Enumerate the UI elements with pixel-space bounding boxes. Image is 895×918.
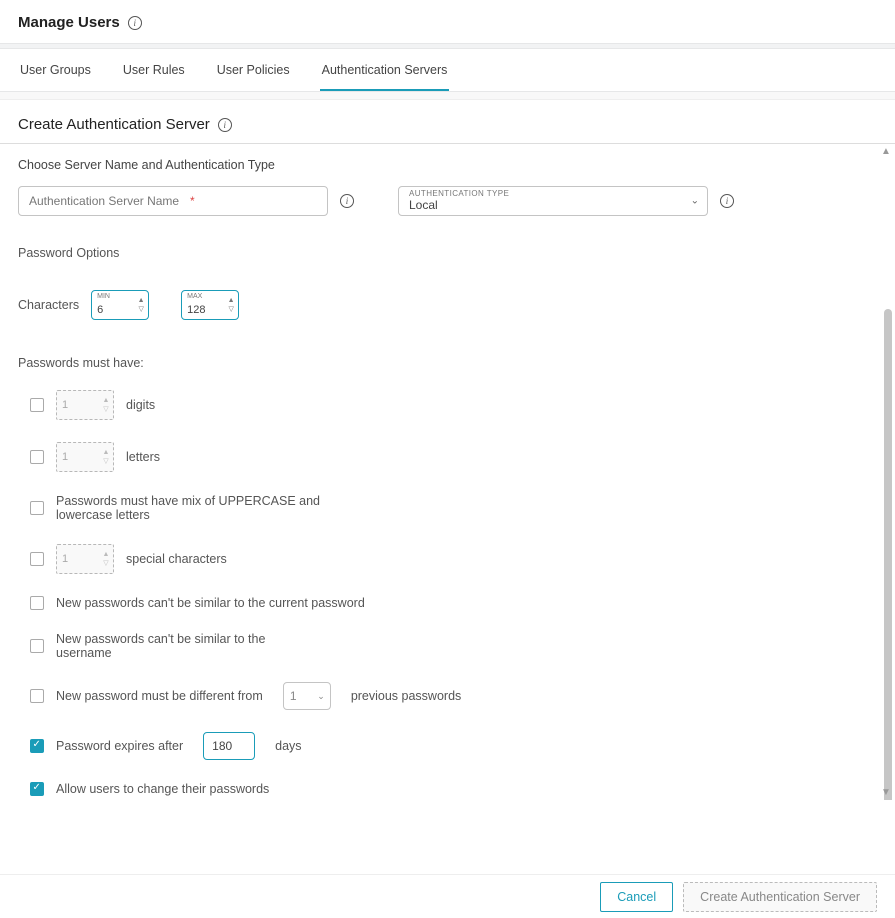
letters-checkbox[interactable]: [30, 450, 44, 464]
diff-previous-select[interactable]: 1 ⌄: [283, 682, 331, 710]
page-header: Manage Users i: [0, 0, 895, 43]
scroll-down-icon[interactable]: ▼: [879, 787, 893, 798]
special-label: special characters: [126, 552, 227, 566]
info-icon[interactable]: i: [218, 118, 232, 132]
down-arrow-icon: ▽: [99, 405, 113, 414]
letters-count-input: 1 ▲▽: [56, 442, 114, 472]
mixcase-checkbox[interactable]: [30, 501, 44, 515]
down-arrow-icon[interactable]: ▽: [224, 305, 238, 314]
subheader-title: Create Authentication Server: [18, 116, 210, 133]
tab-user-policies[interactable]: User Policies: [215, 49, 292, 91]
section-label: Choose Server Name and Authentication Ty…: [18, 158, 852, 172]
info-icon[interactable]: i: [128, 16, 142, 30]
expires-days-input[interactable]: 180: [203, 732, 255, 760]
tabs: User Groups User Rules User Policies Aut…: [0, 49, 895, 92]
special-checkbox[interactable]: [30, 552, 44, 566]
info-icon[interactable]: i: [720, 194, 734, 208]
footer: Cancel Create Authentication Server: [0, 874, 895, 918]
auth-type-label: AUTHENTICATION TYPE: [409, 189, 509, 198]
digits-checkbox[interactable]: [30, 398, 44, 412]
down-arrow-icon: ▽: [99, 559, 113, 568]
tab-user-rules[interactable]: User Rules: [121, 49, 187, 91]
cancel-button[interactable]: Cancel: [600, 882, 673, 912]
expires-label-pre: Password expires after: [56, 739, 183, 753]
form-container: ▲ ▼ Choose Server Name and Authenticatio…: [0, 143, 895, 800]
auth-type-value: Local: [409, 198, 438, 212]
chevron-down-icon: ⌄: [317, 691, 325, 702]
letters-label: letters: [126, 450, 160, 464]
scrollbar[interactable]: [884, 309, 892, 800]
up-arrow-icon: ▲: [99, 448, 113, 457]
characters-label: Characters: [18, 298, 79, 312]
create-auth-server-button[interactable]: Create Authentication Server: [683, 882, 877, 912]
diff-previous-label-pre: New password must be different from: [56, 689, 263, 703]
similar-username-checkbox[interactable]: [30, 639, 44, 653]
up-arrow-icon: ▲: [99, 396, 113, 405]
mixcase-label: Passwords must have mix of UPPERCASE and…: [56, 494, 376, 522]
tab-user-groups[interactable]: User Groups: [18, 49, 93, 91]
chevron-down-icon: ⌄: [691, 196, 699, 207]
similar-username-label: New passwords can't be similar to the us…: [56, 632, 296, 660]
expires-label-post: days: [275, 739, 301, 753]
digits-label: digits: [126, 398, 155, 412]
info-icon[interactable]: i: [340, 194, 354, 208]
max-chars-input[interactable]: MAX 128 ▲▽: [181, 290, 239, 320]
server-name-input[interactable]: [18, 186, 328, 216]
page-title: Manage Users: [18, 14, 120, 31]
diff-previous-checkbox[interactable]: [30, 689, 44, 703]
min-chars-input[interactable]: MIN 6 ▲▽: [91, 290, 149, 320]
scroll-up-icon[interactable]: ▲: [879, 146, 893, 157]
diff-previous-label-post: previous passwords: [351, 689, 461, 703]
down-arrow-icon: ▽: [99, 457, 113, 466]
similar-current-label: New passwords can't be similar to the cu…: [56, 596, 365, 610]
must-have-label: Passwords must have:: [18, 356, 852, 370]
password-options-label: Password Options: [18, 246, 852, 260]
allow-change-label: Allow users to change their passwords: [56, 782, 269, 796]
divider: [0, 92, 895, 100]
digits-count-input: 1 ▲▽: [56, 390, 114, 420]
special-count-input: 1 ▲▽: [56, 544, 114, 574]
down-arrow-icon[interactable]: ▽: [134, 305, 148, 314]
allow-change-checkbox[interactable]: [30, 782, 44, 796]
similar-current-checkbox[interactable]: [30, 596, 44, 610]
expires-checkbox[interactable]: [30, 739, 44, 753]
up-arrow-icon[interactable]: ▲: [134, 296, 148, 305]
up-arrow-icon[interactable]: ▲: [224, 296, 238, 305]
auth-type-select[interactable]: AUTHENTICATION TYPE Local ⌄: [398, 186, 708, 216]
subheader: Create Authentication Server i: [0, 100, 895, 143]
tab-authentication-servers[interactable]: Authentication Servers: [320, 49, 450, 91]
up-arrow-icon: ▲: [99, 550, 113, 559]
